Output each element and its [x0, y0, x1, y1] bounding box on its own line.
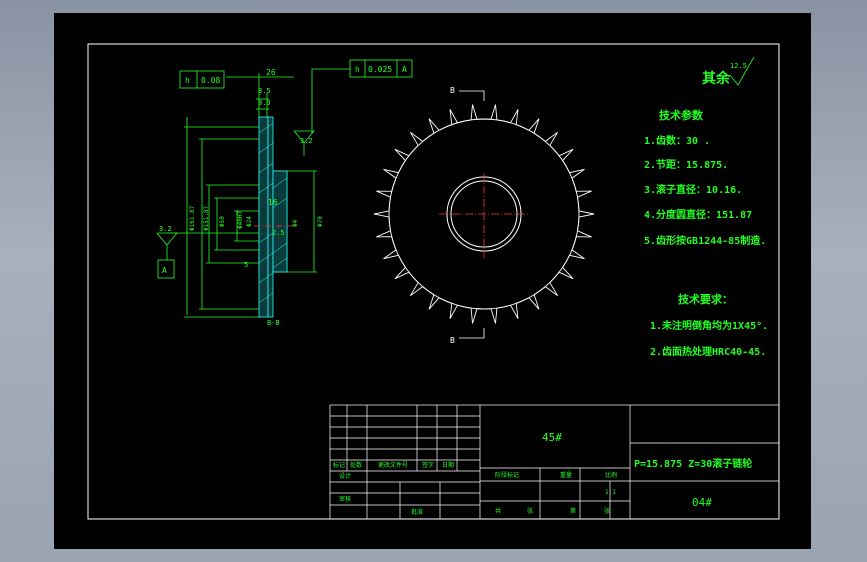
tech-req-1: 1.未注明倒角均为1X45°. [650, 319, 768, 332]
drawing-sheet: h 0.08 h 0.025 A 26 8.5 8.9 16 5 2.5 3.2… [54, 13, 811, 549]
tb-stage-1: 阶段标记 [495, 471, 519, 479]
drawing-svg: h 0.08 h 0.025 A 26 8.5 8.9 16 5 2.5 3.2… [87, 43, 780, 520]
tb-sheet-4: 张 [604, 507, 610, 515]
tb-row-label-3: 批准 [411, 508, 423, 516]
tb-stage-2: 重量 [560, 471, 572, 479]
tb-drawing-title: P=15.875 Z=30滚子链轮 [634, 457, 752, 470]
tb-stage-3: 比例 [605, 471, 617, 479]
tb-sheet-2: 张 [527, 507, 533, 515]
section-mark-bottom: B [450, 336, 455, 345]
tol-top-value: 0.025 [368, 65, 392, 74]
dim-top: 26 [266, 68, 276, 77]
tech-param-2: 2.节距：15.875. [644, 158, 728, 171]
dia-label-2: Φ151.87 [203, 205, 210, 231]
dia-label-5: Φ24 [246, 216, 253, 227]
roughness-label: 其余 [702, 70, 731, 87]
dim-small: 5 [244, 261, 248, 269]
tol-left-symbol: h [185, 76, 190, 85]
tb-header-5: 日期 [442, 461, 454, 469]
tech-param-1: 1.齿数：30 . [644, 134, 710, 147]
tb-drawing-number: 04# [692, 496, 712, 509]
roughness-value: 12.5 [730, 62, 747, 70]
tol-top-datum: A [402, 65, 407, 74]
tb-sheet-1: 共 [495, 507, 501, 515]
tech-req-2: 2.齿面热处理HRC40-45. [650, 345, 766, 358]
tech-param-5: 5.齿形按GB1244-85制造. [644, 234, 766, 247]
tb-sheet-3: 第 [570, 507, 576, 515]
tol-left-value: 0.08 [201, 76, 220, 85]
tb-header-3: 更改文件号 [378, 461, 408, 469]
tb-row-label-2: 审核 [339, 495, 351, 503]
tol-top-symbol: h [355, 65, 360, 74]
datum-label: A [162, 266, 167, 275]
title-block-labels: 标记 处数 更改文件号 签字 日期 设计 审核 批准 阶段标记 重量 比例 1:… [333, 431, 752, 516]
tech-req-heading: 技术要求： [678, 292, 733, 306]
section-label: B-B [267, 319, 280, 327]
dia-label-1: Φ161.87 [189, 205, 196, 231]
section-hatch [254, 116, 294, 318]
dim-hub: 16 [268, 198, 278, 207]
dim-b: 8.9 [258, 99, 271, 107]
roughness-a: 3.2 [300, 137, 313, 145]
sprocket-front-view [373, 90, 595, 339]
tb-scale: 1:1 [605, 489, 616, 496]
dia-label-3: Φ50 [219, 216, 226, 227]
tech-param-3: 3.滚子直径：10.16. [644, 183, 742, 196]
tb-row-label-1: 设计 [339, 472, 351, 480]
section-mark-top: B [450, 86, 455, 95]
dia-small: Φ4 [292, 219, 299, 227]
tb-header-1: 标记 [333, 461, 345, 469]
dia-label-4: Φ40H7 [237, 211, 244, 229]
tech-params-heading: 技术参数 [659, 108, 704, 122]
tech-param-4: 4.分度圆直径：151.87 [644, 208, 752, 221]
tb-header-2: 处数 [350, 461, 362, 469]
tb-material: 45# [542, 431, 562, 444]
dim-r: 2.5 [272, 229, 285, 237]
datum-marker [156, 232, 259, 279]
dim-a: 8.5 [258, 87, 271, 95]
dia-right: Φ70 [317, 216, 324, 227]
roughness-b: 3.2 [159, 225, 172, 233]
tb-header-4: 签字 [422, 461, 434, 469]
